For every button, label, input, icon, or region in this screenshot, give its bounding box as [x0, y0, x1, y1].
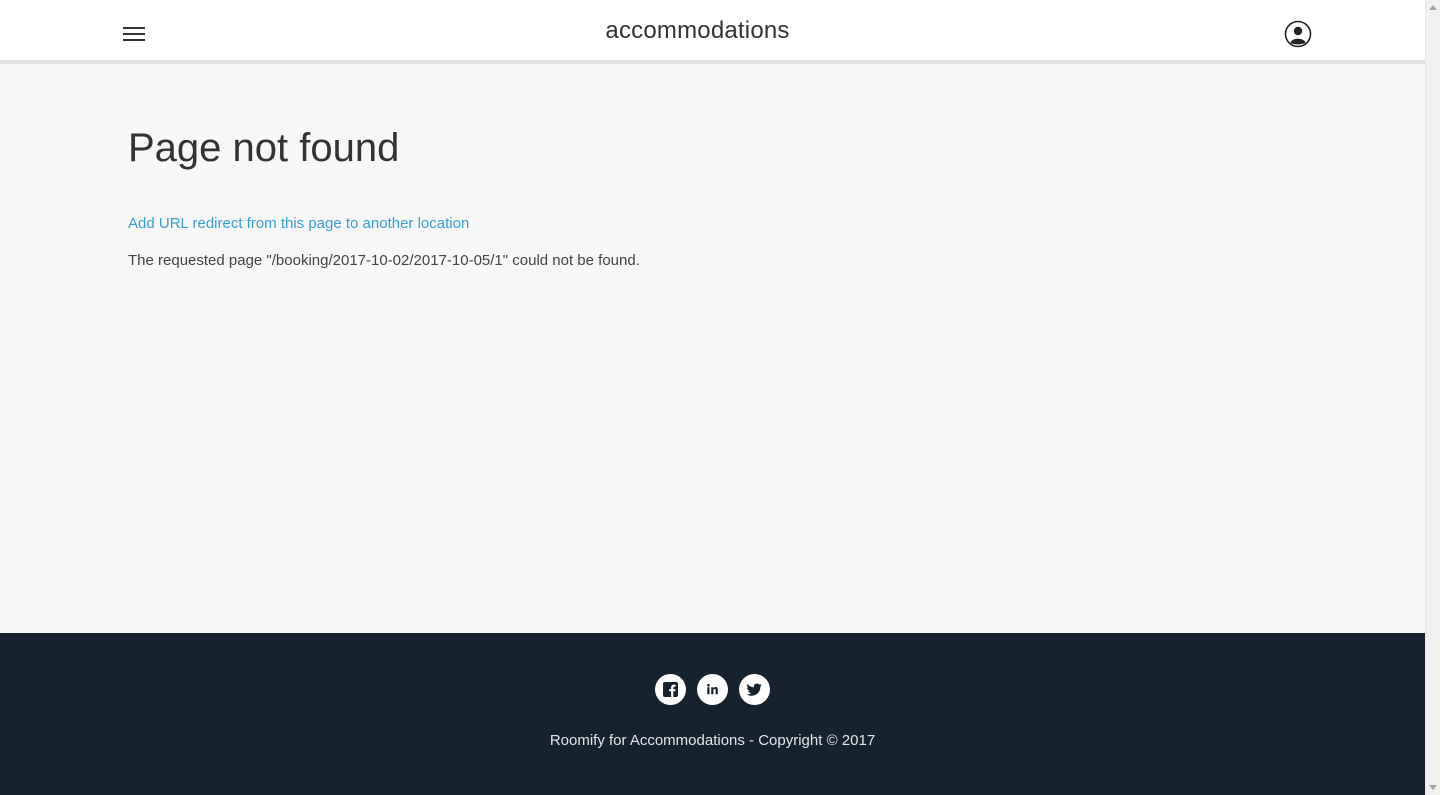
page-title: Page not found: [128, 126, 400, 170]
add-redirect-link[interactable]: Add URL redirect from this page to anoth…: [128, 215, 469, 232]
copyright-text: Roomify for Accommodations - Copyright ©…: [549, 732, 876, 749]
scroll-down-arrow-icon[interactable]: [1429, 785, 1437, 790]
site-footer: Roomify for Accommodations - Copyright ©…: [0, 633, 1425, 795]
main-content: Page not found Add URL redirect from thi…: [128, 64, 1328, 269]
site-title[interactable]: accommodations: [0, 17, 1395, 45]
social-links: [0, 674, 1425, 705]
linkedin-icon[interactable]: [697, 674, 728, 705]
scroll-up-arrow-icon[interactable]: [1429, 5, 1437, 10]
user-account-icon[interactable]: [1284, 20, 1312, 48]
facebook-icon[interactable]: [655, 674, 686, 705]
site-header: accommodations: [0, 0, 1425, 64]
not-found-message: The requested page "/booking/2017-10-02/…: [128, 252, 640, 269]
twitter-icon[interactable]: [739, 674, 770, 705]
page-viewport: accommodations Page not found Add URL re…: [0, 0, 1425, 795]
vertical-scrollbar[interactable]: [1425, 0, 1440, 795]
